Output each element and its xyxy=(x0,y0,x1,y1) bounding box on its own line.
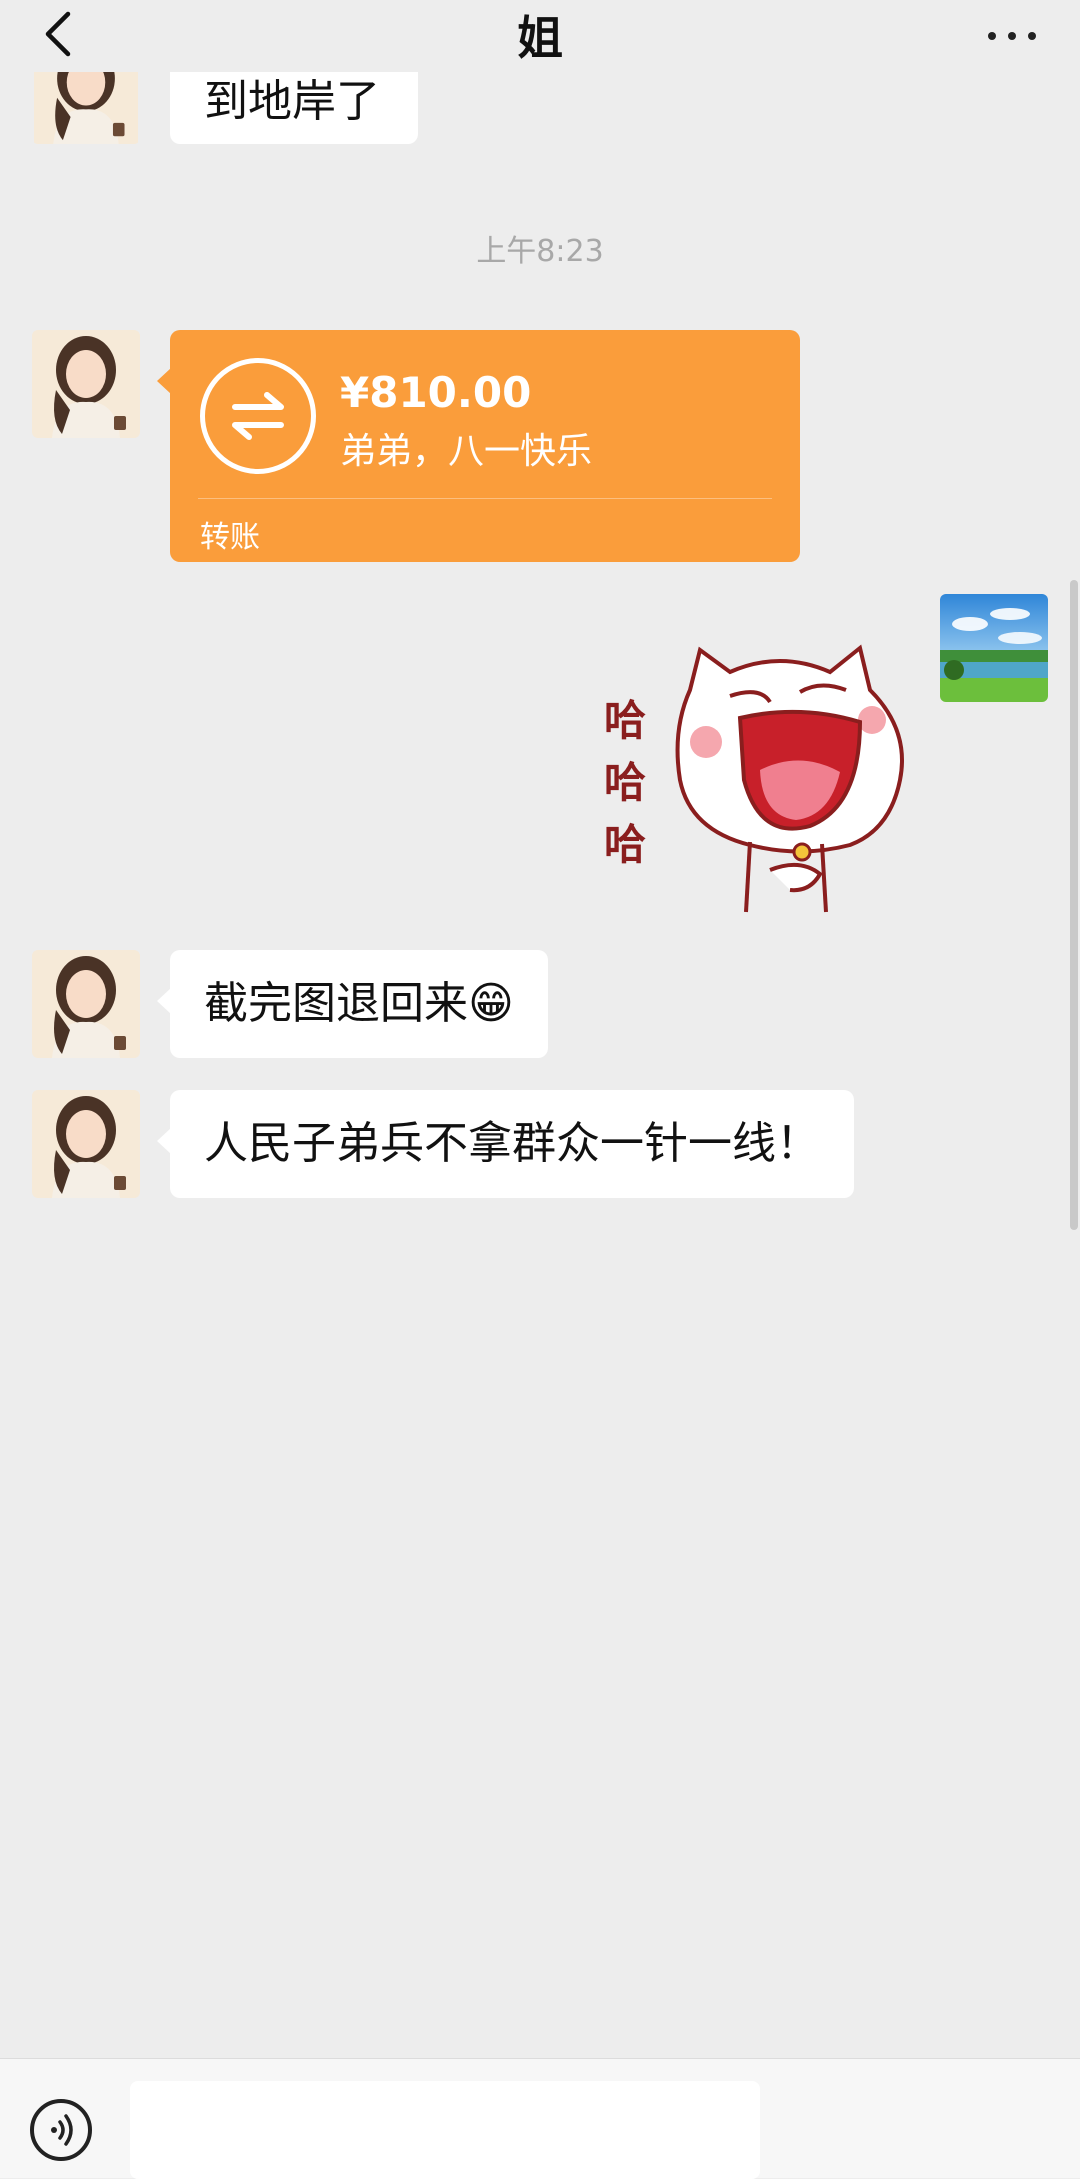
laughing-cat-icon xyxy=(675,644,904,913)
message-bubble[interactable]: 人民子弟兵不拿群众一针一线！ xyxy=(157,1090,854,1198)
transfer-label: 转账 xyxy=(200,520,260,555)
scrollbar[interactable] xyxy=(1070,580,1078,1230)
avatar[interactable] xyxy=(32,1090,140,1198)
chat-header: 姐 xyxy=(0,0,1080,72)
message-text: 到地岸了 xyxy=(204,76,380,127)
message-input[interactable] xyxy=(130,2081,760,2179)
avatar[interactable] xyxy=(32,330,140,438)
input-bar xyxy=(0,2058,1080,2179)
chat-title: 姐 xyxy=(517,11,563,65)
my-avatar[interactable] xyxy=(940,594,1048,702)
more-dots-icon xyxy=(988,32,996,40)
avatar[interactable] xyxy=(32,950,140,1058)
voice-button[interactable] xyxy=(30,2099,92,2161)
transfer-arrows-icon xyxy=(200,358,316,474)
transfer-amount: ¥810.00 xyxy=(340,368,532,417)
more-functions-button[interactable] xyxy=(930,2089,1050,2159)
divider xyxy=(198,498,772,499)
message-bubble[interactable]: 截完图退回来😁 xyxy=(157,950,548,1058)
voice-icon xyxy=(51,2114,73,2146)
message-timestamp: 上午8:23 xyxy=(476,234,604,269)
more-options-button[interactable] xyxy=(984,14,1040,54)
transfer-note: 弟弟，八一快乐 xyxy=(340,431,593,472)
transfer-card[interactable]: ¥810.00 弟弟，八一快乐 转账 xyxy=(157,330,800,562)
emoji-button[interactable] xyxy=(780,2089,890,2159)
message-text: 人民子弟兵不拿群众一针一线！ xyxy=(204,1118,820,1169)
sticker-text: 哈 哈 哈 xyxy=(603,696,646,869)
message-text: 截完图退回来😁 xyxy=(204,978,514,1029)
laughing-sticker[interactable]: 哈 哈 哈 xyxy=(590,630,910,920)
